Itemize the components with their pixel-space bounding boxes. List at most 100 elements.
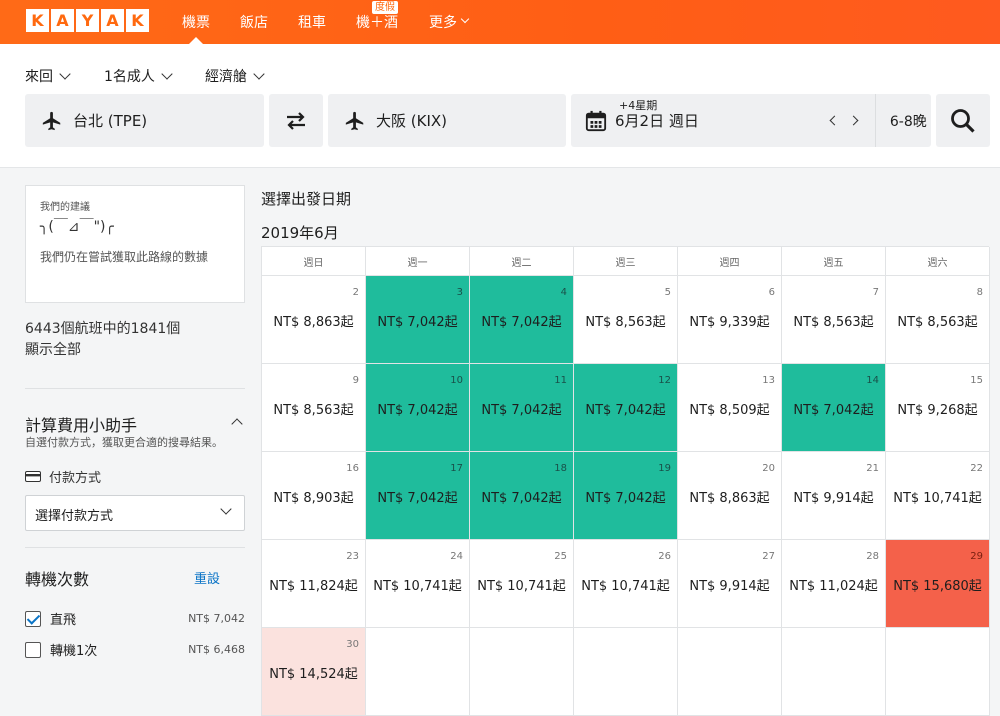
calendar-day-cell[interactable]: 9 NT$ 8,563起 bbox=[262, 364, 366, 452]
day-number: 26 bbox=[658, 551, 671, 562]
day-number: 13 bbox=[762, 375, 775, 386]
date-prev-button[interactable] bbox=[829, 115, 840, 126]
date-next-button[interactable] bbox=[848, 115, 859, 126]
calendar-day-cell[interactable]: 8 NT$ 8,563起 bbox=[886, 276, 990, 364]
day-price: NT$ 8,563起 bbox=[793, 315, 874, 330]
day-number: 2 bbox=[352, 287, 359, 298]
nav-flights[interactable]: 機票 bbox=[182, 12, 210, 44]
calendar-day-cell[interactable]: 12 NT$ 7,042起 bbox=[574, 364, 678, 452]
day-number: 29 bbox=[970, 551, 983, 562]
day-number: 10 bbox=[450, 375, 463, 386]
day-number: 3 bbox=[456, 287, 463, 298]
day-price: NT$ 7,042起 bbox=[377, 403, 458, 418]
payment-method-value: 選擇付款方式 bbox=[35, 509, 114, 524]
calendar-day-cell[interactable]: 6 NT$ 9,339起 bbox=[678, 276, 782, 364]
reset-stops-link[interactable]: 重設 bbox=[194, 568, 220, 587]
calendar-cell-empty bbox=[678, 628, 782, 716]
nav-cars[interactable]: 租車 bbox=[298, 12, 326, 44]
day-price: NT$ 11,024起 bbox=[789, 579, 878, 594]
calendar-day-cell[interactable]: 19 NT$ 7,042起 bbox=[574, 452, 678, 540]
logo-letter: A bbox=[51, 9, 74, 32]
calendar-day-cell[interactable]: 10 NT$ 7,042起 bbox=[366, 364, 470, 452]
calendar-day-cell[interactable]: 4 NT$ 7,042起 bbox=[470, 276, 574, 364]
day-number: 30 bbox=[346, 639, 359, 650]
day-price: NT$ 9,268起 bbox=[897, 403, 978, 418]
calendar-day-cell[interactable]: 20 NT$ 8,863起 bbox=[678, 452, 782, 540]
calendar-day-cell[interactable]: 25 NT$ 10,741起 bbox=[470, 540, 574, 628]
day-price: NT$ 10,741起 bbox=[581, 579, 670, 594]
calendar-day-cell[interactable]: 14 NT$ 7,042起 bbox=[782, 364, 886, 452]
nav-more[interactable]: 更多 bbox=[429, 12, 470, 44]
top-nav-bar: K A Y A K 機票 飯店 租車 度假 機＋酒 更多 bbox=[0, 0, 1000, 44]
calendar-day-cell[interactable]: 27 NT$ 9,914起 bbox=[678, 540, 782, 628]
day-price: NT$ 7,042起 bbox=[793, 403, 874, 418]
day-number: 24 bbox=[450, 551, 463, 562]
credit-card-icon bbox=[25, 471, 41, 482]
calendar-cell-empty bbox=[366, 628, 470, 716]
day-price: NT$ 8,863起 bbox=[689, 491, 770, 506]
checkbox-checked[interactable] bbox=[25, 610, 41, 627]
calendar-day-cell[interactable]: 16 NT$ 8,903起 bbox=[262, 452, 366, 540]
duration-value[interactable]: 6-8晚 bbox=[890, 111, 927, 131]
day-number: 11 bbox=[554, 375, 567, 386]
day-number: 27 bbox=[762, 551, 775, 562]
advice-heading: 我們的建議 bbox=[40, 202, 90, 213]
day-number: 12 bbox=[658, 375, 671, 386]
nav-hotels[interactable]: 飯店 bbox=[240, 12, 268, 44]
logo-letter: Y bbox=[76, 9, 99, 32]
day-price: NT$ 7,042起 bbox=[481, 315, 562, 330]
payment-method-text: 付款方式 bbox=[49, 471, 102, 486]
date-field[interactable]: +4星期 6月2日 週日 6-8晚 bbox=[571, 94, 931, 147]
day-number: 18 bbox=[554, 463, 567, 474]
calendar-day-cell[interactable]: 24 NT$ 10,741起 bbox=[366, 540, 470, 628]
day-price: NT$ 9,339起 bbox=[689, 315, 770, 330]
calendar-day-cell[interactable]: 7 NT$ 8,563起 bbox=[782, 276, 886, 364]
day-price: NT$ 7,042起 bbox=[377, 315, 458, 330]
day-number: 23 bbox=[346, 551, 359, 562]
calendar-day-cell[interactable]: 3 NT$ 7,042起 bbox=[366, 276, 470, 364]
advice-card: 我們的建議 ╮(￣⊿￣")╭ 我們仍在嘗試獲取此路線的數據 bbox=[25, 185, 245, 303]
search-button[interactable] bbox=[936, 94, 990, 147]
calc-helper-title: 計算費用小助手 bbox=[25, 416, 138, 435]
show-all-link[interactable]: 顯示全部 bbox=[25, 339, 81, 359]
calendar-day-cell[interactable]: 28 NT$ 11,024起 bbox=[782, 540, 886, 628]
destination-value: 大阪 (KIX) bbox=[376, 112, 448, 130]
payment-method-select[interactable]: 選擇付款方式 bbox=[25, 495, 245, 531]
day-number: 4 bbox=[560, 287, 567, 298]
calendar-day-cell[interactable]: 18 NT$ 7,042起 bbox=[470, 452, 574, 540]
day-price: NT$ 9,914起 bbox=[793, 491, 874, 506]
trip-type-dropdown[interactable]: 來回 bbox=[25, 66, 71, 86]
cabin-dropdown[interactable]: 經濟艙 bbox=[205, 66, 265, 86]
day-number: 16 bbox=[346, 463, 359, 474]
calendar-day-cell[interactable]: 29 NT$ 15,680起 bbox=[886, 540, 990, 628]
day-price: NT$ 8,563起 bbox=[273, 403, 354, 418]
calendar-cell-empty bbox=[782, 628, 886, 716]
calendar-day-cell[interactable]: 11 NT$ 7,042起 bbox=[470, 364, 574, 452]
nav-packages[interactable]: 機＋酒 bbox=[356, 12, 398, 44]
weekday-header: 週一 bbox=[366, 247, 470, 276]
kayak-logo[interactable]: K A Y A K bbox=[26, 9, 149, 32]
travelers-dropdown[interactable]: 1名成人 bbox=[104, 66, 173, 86]
origin-field[interactable]: 台北 (TPE) bbox=[25, 94, 264, 147]
day-price: NT$ 15,680起 bbox=[893, 579, 982, 594]
calendar-month: 2019年6月 bbox=[261, 224, 339, 242]
calendar-day-cell[interactable]: 21 NT$ 9,914起 bbox=[782, 452, 886, 540]
stops-option-nonstop[interactable]: 直飛 NT$ 7,042 bbox=[25, 609, 245, 628]
stops-option-one-stop[interactable]: 轉機1次 NT$ 6,468 bbox=[25, 640, 245, 659]
chevron-up-icon[interactable] bbox=[231, 418, 243, 430]
calendar-day-cell[interactable]: 30 NT$ 14,524起 bbox=[262, 628, 366, 716]
destination-field[interactable]: 大阪 (KIX) bbox=[328, 94, 566, 147]
calendar-day-cell[interactable]: 13 NT$ 8,509起 bbox=[678, 364, 782, 452]
date-value: 6月2日 週日 bbox=[615, 112, 699, 130]
calendar-day-cell[interactable]: 5 NT$ 8,563起 bbox=[574, 276, 678, 364]
calendar-day-cell[interactable]: 22 NT$ 10,741起 bbox=[886, 452, 990, 540]
calendar-day-cell[interactable]: 15 NT$ 9,268起 bbox=[886, 364, 990, 452]
calendar-day-cell[interactable]: 2 NT$ 8,863起 bbox=[262, 276, 366, 364]
calendar-day-cell[interactable]: 26 NT$ 10,741起 bbox=[574, 540, 678, 628]
calendar-day-cell[interactable]: 23 NT$ 11,824起 bbox=[262, 540, 366, 628]
checkbox-unchecked[interactable] bbox=[25, 641, 41, 658]
day-price: NT$ 9,914起 bbox=[689, 579, 770, 594]
day-price: NT$ 8,903起 bbox=[273, 491, 354, 506]
swap-button[interactable] bbox=[269, 94, 323, 147]
calendar-day-cell[interactable]: 17 NT$ 7,042起 bbox=[366, 452, 470, 540]
